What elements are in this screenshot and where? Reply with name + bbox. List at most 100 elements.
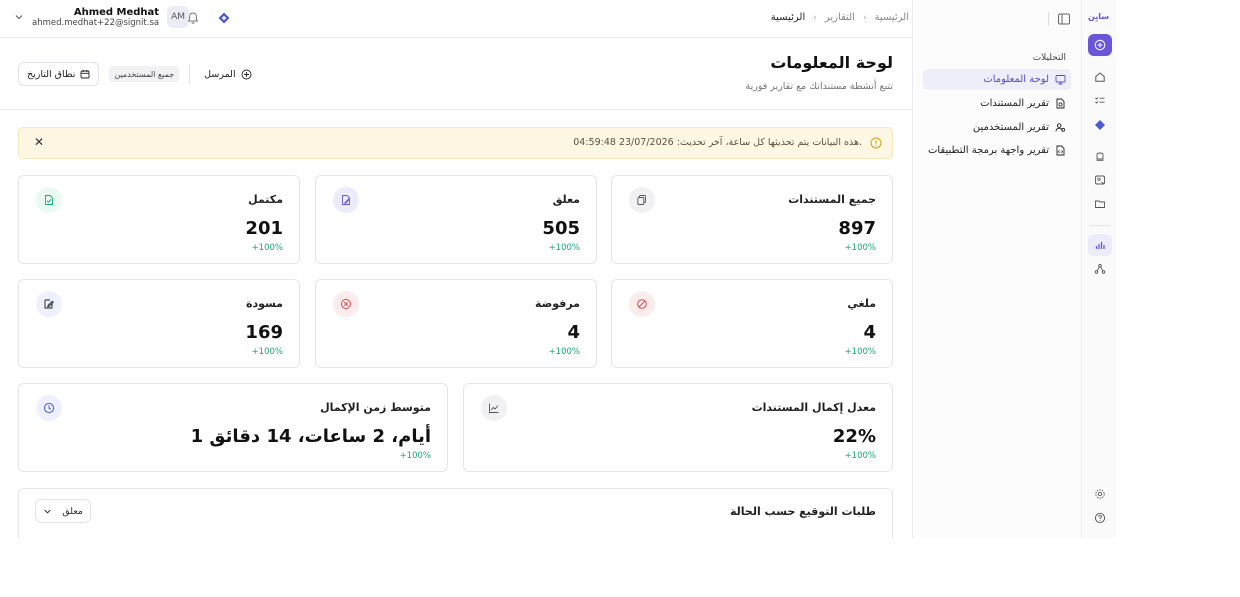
- monitor-icon: [1055, 75, 1066, 85]
- clock-icon: [36, 395, 62, 421]
- date-range-label: نطاق التاريخ: [27, 68, 76, 80]
- user-info: Ahmed Medhat ahmed.medhat+22@signit.sa: [32, 7, 159, 28]
- stat-title: معدل إكمال المستندات: [751, 401, 876, 414]
- sidebar-item-documents-report[interactable]: تقرير المستندات: [923, 93, 1071, 114]
- stat-delta: +100%: [844, 243, 876, 253]
- stat-value: 505: [542, 218, 580, 239]
- users-icon: [1055, 123, 1066, 132]
- rail-divider: [1090, 225, 1110, 226]
- app-window: Ahmed Medhat ahmed.medhat+22@signit.sa A…: [0, 0, 1116, 538]
- rail-diamond[interactable]: [1088, 114, 1112, 136]
- create-button[interactable]: [1088, 34, 1112, 56]
- user-menu[interactable]: Ahmed Medhat ahmed.medhat+22@signit.sa A…: [14, 6, 190, 28]
- breadcrumb-divider: [1048, 12, 1049, 26]
- chevron-down-icon[interactable]: [14, 12, 24, 22]
- sender-label: المرسل: [204, 68, 236, 80]
- stat-value: 4: [863, 322, 876, 343]
- stat-value: 201: [245, 218, 283, 239]
- user-email: ahmed.medhat+22@signit.sa: [32, 17, 160, 28]
- filter-bar: نطاق التاريخ جميع المستخدمين المرسل: [18, 62, 256, 86]
- breadcrumb: الرئيسية › التقارير › الرئيسية: [771, 12, 909, 23]
- rail-analytics[interactable]: [1088, 234, 1112, 256]
- rail-workflows[interactable]: [1088, 258, 1112, 280]
- gear-icon: [1095, 489, 1105, 499]
- plus-circle-icon: [241, 69, 252, 79]
- folder-icon: [1095, 200, 1105, 208]
- rail-help[interactable]: [1088, 507, 1112, 529]
- rail-tasks[interactable]: [1088, 90, 1112, 112]
- status-filter-select[interactable]: معلق: [35, 499, 91, 523]
- stat-card-rejected: مرفوضة 4 +100%: [315, 279, 597, 368]
- sender-filter-button[interactable]: المرسل: [200, 69, 255, 80]
- rail-folders[interactable]: [1088, 193, 1112, 215]
- stat-delta: +100%: [399, 451, 431, 461]
- file-code-icon: [1056, 145, 1065, 156]
- stat-title: مسودة: [245, 297, 283, 310]
- rail-stamp[interactable]: [1088, 145, 1112, 167]
- banner-text: هذه البيانات يتم تحديثها كل ساعة، آخر تح…: [573, 137, 862, 148]
- stat-title: جميع المستندات: [788, 193, 876, 206]
- page-header: لوحة المعلومات تتبع أنشطة مستنداتك مع تق…: [0, 38, 912, 110]
- sidebar-item-label: تقرير المستندات: [980, 98, 1049, 109]
- document-pen-icon: [333, 187, 359, 213]
- filter-divider: [189, 64, 191, 84]
- stat-title: مرفوضة: [534, 297, 580, 310]
- diamond-icon[interactable]: [217, 11, 231, 25]
- sidebar-item-dashboard[interactable]: لوحة المعلومات: [923, 69, 1071, 90]
- diamond-icon: [1095, 120, 1105, 130]
- rail-contacts[interactable]: [1088, 169, 1112, 191]
- document-check-icon: [36, 187, 62, 213]
- rail-settings[interactable]: [1088, 483, 1112, 505]
- stat-delta: +100%: [251, 347, 283, 357]
- bell-icon[interactable]: [186, 11, 200, 25]
- date-range-button[interactable]: نطاق التاريخ: [18, 62, 100, 86]
- ban-icon: [629, 291, 655, 317]
- stat-value: 1 أيام، 2 ساعات، 14 دقائق: [190, 426, 431, 447]
- edit-document-icon: [36, 291, 62, 317]
- chevron-down-icon: [44, 509, 51, 514]
- home-icon: [1095, 72, 1105, 82]
- stat-title: مكتمل: [248, 193, 283, 206]
- status-filter-value: معلق: [62, 505, 83, 517]
- stat-card-draft: مسودة 169 +100%: [18, 279, 300, 368]
- app-logo[interactable]: سايِن: [1088, 12, 1109, 21]
- sidebar-item-label: تقرير واجهة برمجة التطبيقات: [927, 145, 1049, 156]
- chevron-left-icon: ›: [813, 12, 817, 23]
- line-chart-icon: [481, 395, 507, 421]
- stat-delta: +100%: [548, 347, 580, 357]
- page-title: لوحة المعلومات: [770, 53, 893, 72]
- chevron-left-icon: ›: [862, 12, 867, 23]
- stat-title: ملغي: [847, 297, 876, 310]
- rail-home[interactable]: [1088, 66, 1112, 88]
- breadcrumb-reports[interactable]: التقارير: [825, 12, 855, 23]
- close-icon[interactable]: ✕: [33, 136, 45, 148]
- breadcrumb-home[interactable]: الرئيسية: [875, 12, 909, 23]
- stat-delta: +100%: [844, 347, 876, 357]
- all-users-tag[interactable]: جميع المستخدمين: [109, 66, 180, 82]
- icon-rail: سايِن: [1081, 0, 1116, 538]
- breadcrumb-current: الرئيسية: [770, 12, 806, 23]
- calendar-icon: [80, 70, 90, 79]
- stat-value: 169: [245, 322, 283, 343]
- stat-title: متوسط زمن الإكمال: [320, 401, 431, 414]
- copy-icon: [629, 187, 655, 213]
- signature-requests-by-status: طلبات التوقيع حسب الحالة معلق: [18, 488, 893, 538]
- stat-value: 22%: [832, 426, 876, 447]
- bar-chart-icon: [1095, 242, 1105, 249]
- help-icon: [1094, 512, 1106, 524]
- section-title: طلبات التوقيع حسب الحالة: [729, 505, 876, 518]
- checklist-icon: [1095, 97, 1105, 104]
- stat-title: معلق: [552, 193, 580, 206]
- stat-card-cancelled: ملغي 4 +100%: [611, 279, 893, 368]
- network-icon: [1094, 264, 1106, 274]
- id-card-icon: [1095, 175, 1105, 185]
- sidebar-item-api-report[interactable]: تقرير واجهة برمجة التطبيقات: [923, 140, 1071, 161]
- file-report-icon: [1056, 98, 1065, 109]
- sidebar-item-users-report[interactable]: تقرير المستخدمين: [923, 117, 1071, 138]
- sidebar-section-title: التحليلات: [1032, 53, 1066, 63]
- x-circle-icon: [333, 291, 359, 317]
- plus-circle-icon: [1094, 39, 1106, 51]
- update-banner: هذه البيانات يتم تحديثها كل ساعة، آخر تح…: [18, 127, 893, 159]
- page-subtitle: تتبع أنشطة مستنداتك مع تقارير فورية: [745, 81, 894, 92]
- sidebar-toggle-icon[interactable]: [1057, 12, 1071, 26]
